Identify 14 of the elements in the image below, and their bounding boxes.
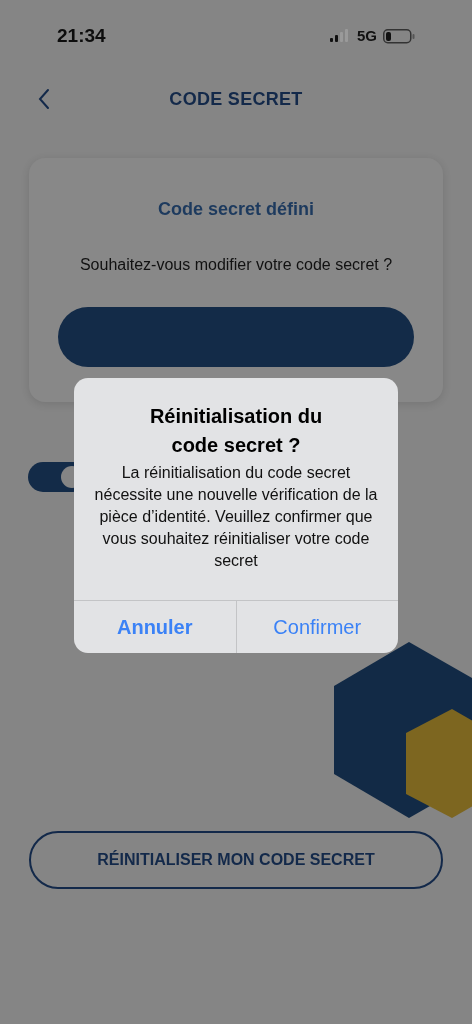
- signal-icon: [329, 29, 351, 43]
- battery-icon: [383, 28, 415, 44]
- network-label: 5G: [357, 25, 377, 46]
- reset-code-button[interactable]: RÉINITIALISER MON CODE SECRET: [29, 831, 443, 889]
- confirm-button[interactable]: Confirmer: [235, 601, 398, 653]
- cancel-button[interactable]: Annuler: [74, 601, 236, 653]
- dialog-message: La réinitialisation du code secret nécessite une nouvelle vérification de la pièce d’identité. Veuillez confirmer que vous souhaitez réinitialiser votre code secret: [93, 463, 379, 571]
- back-chevron-icon: [38, 88, 50, 110]
- card-question: Souhaitez-vous modifier votre code secret ?: [79, 255, 393, 275]
- card-title: Code secret défini: [157, 198, 314, 221]
- status-time: 21:34: [57, 23, 106, 48]
- modify-button[interactable]: [58, 307, 414, 367]
- page-title: CODE SECRET: [169, 87, 303, 111]
- dialog-title: Réinitialisation du code secret ?: [148, 404, 324, 458]
